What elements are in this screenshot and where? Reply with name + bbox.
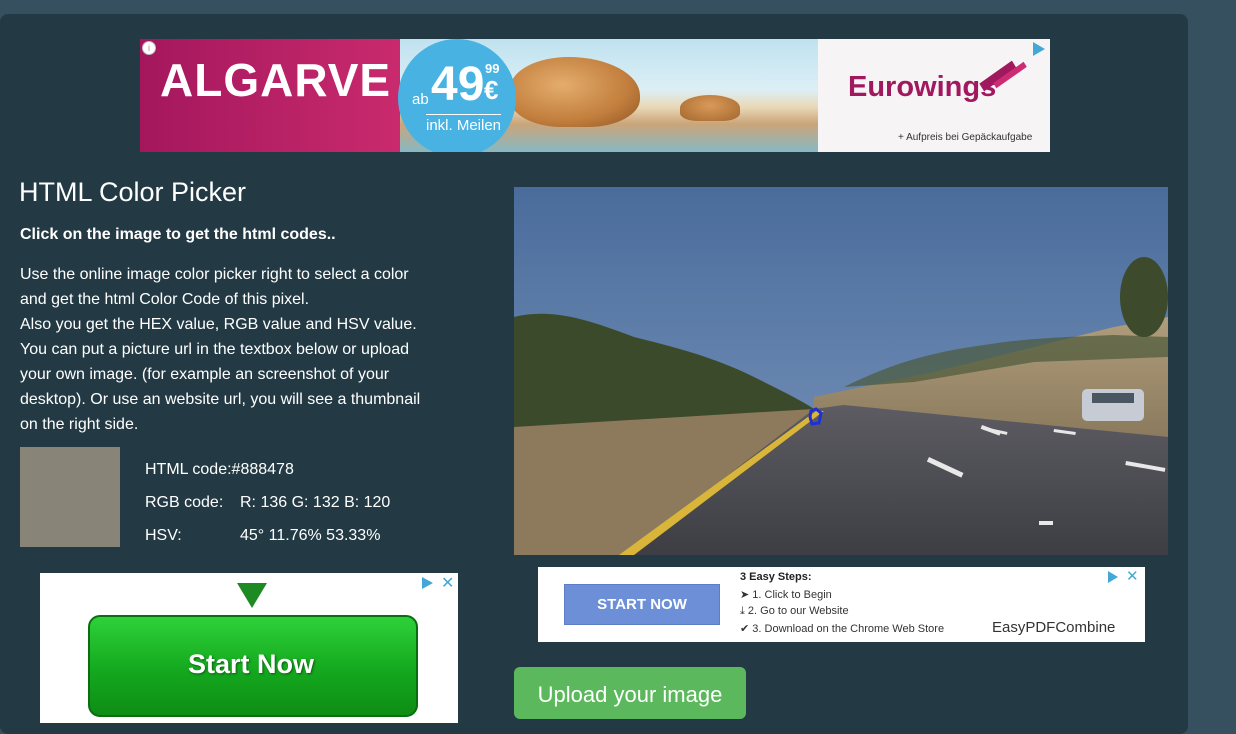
- html-code-label: HTML code:: [145, 461, 232, 478]
- step-label: 1. Click to Begin: [752, 589, 832, 601]
- step-label: 2. Go to our Website: [747, 605, 849, 617]
- step-item: ⤓ 2. Go to our Website: [740, 605, 849, 618]
- banner-ad[interactable]: ALGARVE ab 49 99 € inkl. Meilen Eurowing…: [140, 39, 1050, 152]
- upload-image-button[interactable]: Upload your image: [514, 667, 746, 719]
- info-icon[interactable]: i: [142, 41, 156, 55]
- banner-price-currency: €: [484, 75, 499, 105]
- ad-brand-logo: EasyPDFCombine: [992, 619, 1116, 636]
- adchoices-icon[interactable]: [422, 577, 433, 589]
- big-ad[interactable]: Start Now ✕: [40, 573, 458, 723]
- description-line: Also you get the HEX value, RGB value an…: [20, 316, 417, 333]
- check-icon: ✔: [740, 623, 753, 635]
- description-line: your own image. (for example an screensh…: [20, 366, 390, 383]
- tree-right: [1120, 257, 1168, 337]
- color-codes: HTML code:#888478 RGB code: R: 136 G: 132…: [145, 453, 390, 552]
- page-title: HTML Color Picker: [19, 177, 247, 207]
- description-line: and get the html Color Code of this pixe…: [20, 291, 310, 308]
- close-icon[interactable]: ✕: [1126, 567, 1139, 585]
- banner-headline: ALGARVE: [160, 54, 392, 106]
- cursor-icon: ➤: [740, 589, 753, 601]
- rgb-code-value: R: 136 G: 132 B: 120: [240, 494, 391, 511]
- banner-brand: Eurowings: [848, 71, 997, 103]
- html-code-value: #888478: [231, 461, 294, 478]
- banner-price-cents: 99: [485, 61, 500, 76]
- hsv-label: HSV:: [145, 527, 182, 544]
- close-icon[interactable]: ✕: [441, 573, 454, 593]
- description-text: Use the online image color picker right …: [20, 262, 470, 437]
- picker-image[interactable]: [514, 187, 1168, 555]
- banner-price-note: inkl. Meilen: [426, 114, 502, 134]
- adchoices-icon[interactable]: [1033, 42, 1045, 56]
- small-ad[interactable]: START NOW 3 Easy Steps: ➤ 1. Click to Be…: [538, 567, 1145, 642]
- big-start-now-label[interactable]: Start Now: [88, 649, 414, 680]
- rgb-code-label: RGB code:: [145, 494, 224, 511]
- start-now-button[interactable]: START NOW: [564, 584, 720, 625]
- hsv-row: HSV: 45° 11.76% 53.33%: [145, 519, 390, 552]
- step-item: ➤ 1. Click to Begin: [740, 588, 832, 601]
- step-item: ✔ 3. Download on the Chrome Web Store: [740, 622, 944, 635]
- step-label: 3. Download on the Chrome Web Store: [752, 623, 945, 635]
- banner-rock-small: [680, 95, 740, 121]
- description-line: Use the online image color picker right …: [20, 266, 409, 283]
- download-icon: ⤓: [740, 605, 748, 617]
- description-line: You can put a picture url in the textbox…: [20, 341, 409, 358]
- banner-price-prefix: ab: [412, 91, 429, 108]
- hsv-value: 45° 11.76% 53.33%: [240, 527, 381, 544]
- description-line: desktop). Or use an website url, you wil…: [20, 391, 421, 408]
- description-line: on the right side.: [20, 416, 139, 433]
- color-swatch: [20, 447, 120, 547]
- down-arrow-icon: [237, 583, 267, 608]
- rgb-code-row: RGB code: R: 136 G: 132 B: 120: [145, 486, 390, 519]
- html-code-row: HTML code:#888478: [145, 453, 390, 486]
- highway-photo[interactable]: [514, 187, 1168, 555]
- lane-dash: [1039, 521, 1053, 525]
- banner-price-main: 49: [431, 58, 485, 111]
- adchoices-icon[interactable]: [1108, 571, 1118, 583]
- steps-title: 3 Easy Steps:: [740, 571, 812, 583]
- car-window: [1092, 393, 1134, 403]
- instruction-text: Click on the image to get the html codes…: [20, 226, 336, 243]
- banner-fine-print: + Aufpreis bei Gepäckaufgabe: [898, 132, 1033, 143]
